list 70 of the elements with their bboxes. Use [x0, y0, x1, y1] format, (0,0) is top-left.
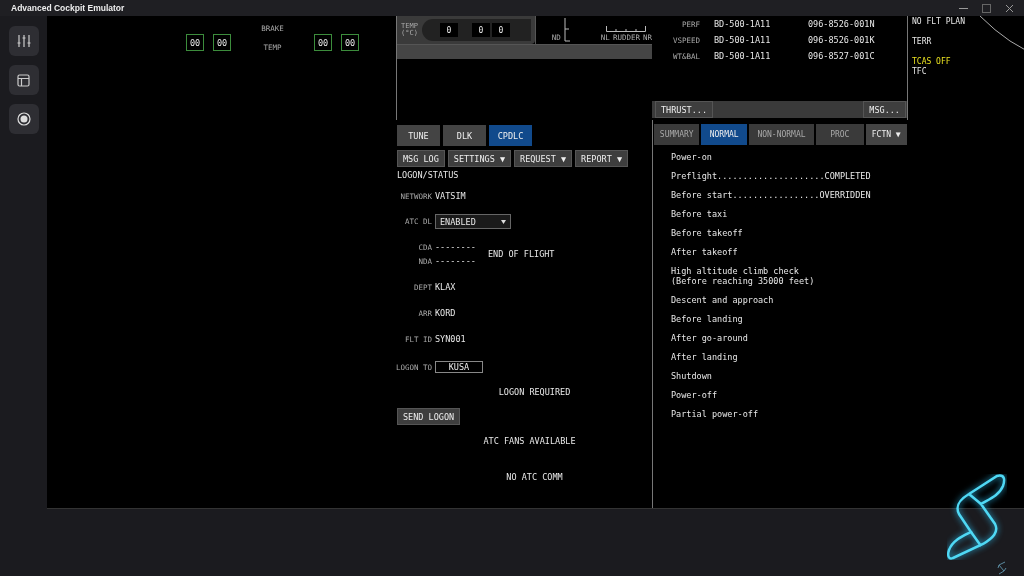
comm-status-text: NO ATC COMM	[506, 472, 563, 482]
menu-button[interactable]: REPORT ▼	[575, 150, 629, 167]
window-title: Advanced Cockpit Emulator	[11, 3, 125, 13]
checklist-item[interactable]: Before start.................OVERRIDDEN	[671, 190, 871, 200]
comm-tab[interactable]: TUNE	[397, 125, 440, 146]
model-number: BD-500-1A11	[714, 35, 772, 45]
temp-value: 0	[439, 23, 458, 37]
cda-value: --------	[435, 242, 476, 252]
close-icon[interactable]	[1005, 3, 1014, 13]
field-value: KORD	[435, 308, 456, 318]
message-button[interactable]: MSG...	[863, 101, 906, 118]
logo-icon	[947, 474, 1007, 560]
checklist-item[interactable]: After takeoff	[671, 247, 738, 257]
checklist-tab[interactable]: FCTN ▼	[865, 124, 907, 145]
rudder-scale-icon	[606, 26, 647, 32]
nav-status-text: TFC	[912, 67, 928, 77]
model-number: BD-500-1A11	[714, 51, 772, 61]
comm-tab[interactable]: CPDLC	[489, 125, 532, 146]
section-title: LOGON/STATUS	[397, 170, 459, 180]
checklist-item[interactable]: Preflight.....................COMPLETED	[671, 171, 871, 181]
field-value: SYN001	[435, 334, 466, 344]
checklist-item[interactable]: Before landing	[671, 314, 743, 324]
checklist-item[interactable]: Power-on	[671, 152, 712, 162]
model-number: BD-500-1A11	[714, 19, 772, 29]
checklist-item[interactable]: Partial power-off	[671, 409, 758, 419]
menu-button[interactable]: SETTINGS ▼	[447, 150, 511, 167]
end-of-flight-text: END OF FLIGHT	[487, 249, 555, 259]
layout-icon	[17, 73, 30, 87]
network-value: VATSIM	[435, 191, 466, 201]
checklist-item[interactable]: High altitude climb check (Before reaching 35000 feet)	[671, 266, 815, 286]
checklist-item[interactable]: Power-off	[671, 390, 718, 400]
thrust-button[interactable]: THRUST...	[655, 101, 714, 118]
record-icon	[16, 112, 31, 126]
field-value: KLAX	[435, 282, 456, 292]
layout-button[interactable]	[8, 65, 39, 95]
temp-value: 0	[471, 23, 490, 37]
comm-tab[interactable]: DLK	[443, 125, 486, 146]
stab-scale-icon	[563, 18, 570, 42]
record-button[interactable]	[8, 104, 39, 134]
logon-status-text: LOGON REQUIRED	[498, 387, 571, 397]
checklist-item[interactable]: Before taxi	[671, 209, 728, 219]
brake-temp-value: 00	[186, 34, 204, 51]
part-number: 096-8526-001N	[808, 19, 875, 29]
fans-status-text: ATC FANS AVAILABLE	[483, 436, 576, 446]
checklist-item[interactable]: After landing	[671, 352, 738, 362]
checklist-tab[interactable]: NORMAL	[701, 124, 747, 145]
brake-temp-value: 00	[213, 34, 231, 51]
nav-status-text: NO FLT PLAN	[912, 17, 966, 27]
checklist-item[interactable]: Descent and approach	[671, 295, 774, 305]
small-logo-icon	[997, 561, 1007, 575]
logon-to-field[interactable]: KUSA	[435, 361, 483, 373]
nav-status-text: TERR	[912, 37, 933, 47]
brake-temp-value: 00	[314, 34, 332, 51]
checklist-item[interactable]: After go-around	[671, 333, 748, 343]
part-number: 096-8526-001K	[808, 35, 875, 45]
part-number: 096-8527-001C	[808, 51, 875, 61]
atc-dl-dropdown[interactable]: ENABLED	[435, 214, 511, 229]
send-logon-button[interactable]: SEND LOGON	[397, 408, 461, 425]
checklist-item[interactable]: Before takeoff	[671, 228, 743, 238]
checklist-item[interactable]: Shutdown	[671, 371, 712, 381]
sliders-button[interactable]	[8, 26, 39, 56]
menu-button[interactable]: MSG LOG	[397, 150, 445, 167]
menu-button[interactable]: REQUEST ▼	[514, 150, 573, 167]
temp-value: 0	[491, 23, 510, 37]
brake-temp-value: 00	[341, 34, 359, 51]
nda-value: --------	[435, 256, 476, 266]
nav-status-text: TCAS OFF	[912, 57, 952, 67]
maximize-icon[interactable]	[982, 3, 991, 13]
caret-icon	[501, 219, 506, 224]
sliders-icon	[16, 34, 31, 48]
